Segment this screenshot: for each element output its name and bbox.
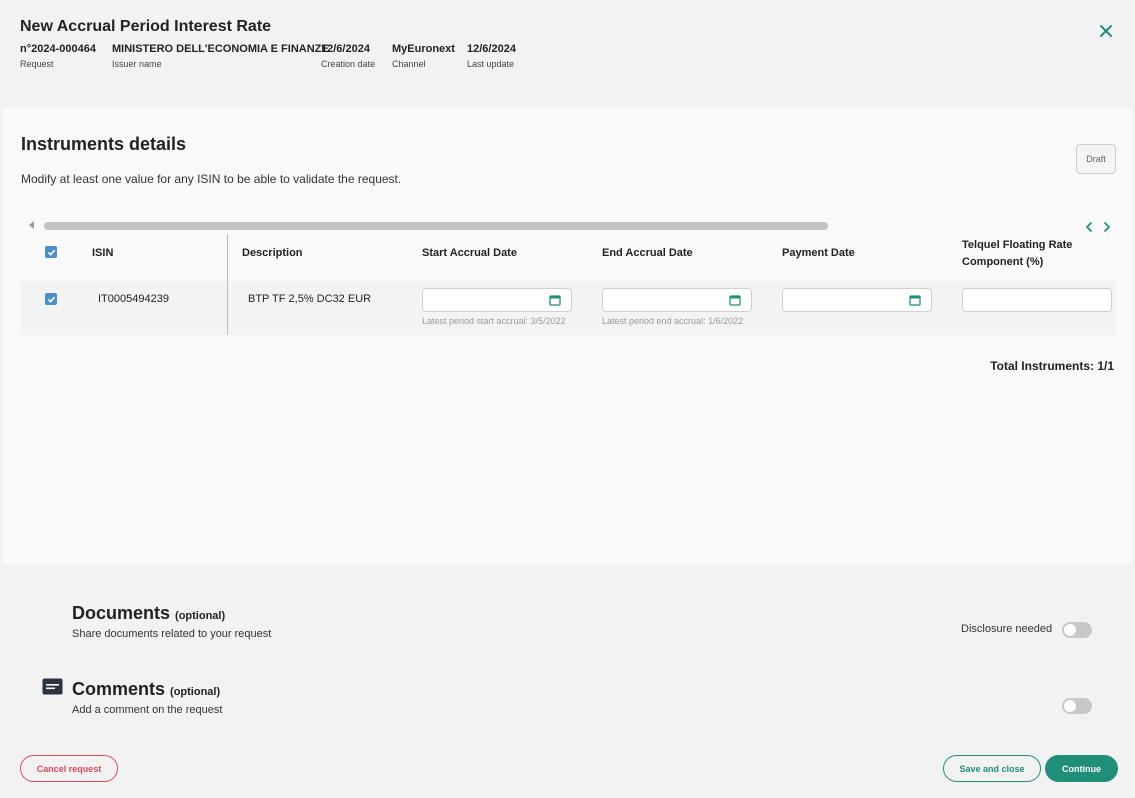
col-start-accrual[interactable]: Start Accrual Date	[422, 247, 517, 259]
comments-toggle[interactable]	[1062, 698, 1092, 714]
row-description: BTP TF 2,5% DC32 EUR	[248, 293, 372, 305]
documents-subtitle: Share documents related to your request	[72, 628, 272, 640]
total-instruments: Total Instruments: 1/1	[990, 359, 1114, 373]
check-icon	[47, 296, 55, 303]
section-title: Instruments details	[21, 134, 187, 154]
scroll-left-arrow-icon[interactable]	[29, 221, 34, 229]
disclosure-label: Disclosure needed	[961, 623, 1053, 635]
calendar-icon[interactable]	[549, 294, 561, 306]
col-isin[interactable]: ISIN	[92, 247, 113, 259]
instruments-table: ISIN Description Start Accrual Date End …	[21, 233, 1116, 335]
cancel-request-button[interactable]: Cancel request	[20, 755, 118, 782]
calendar-icon[interactable]	[729, 294, 741, 306]
telquel-rate-input[interactable]	[962, 288, 1112, 312]
request-header: New Accrual Period Interest Rate n°2024-…	[0, 0, 1135, 108]
col-telquel-line2: Component (%)	[962, 256, 1044, 268]
end-accrual-hint: Latest period end accrual: 1/6/2022	[602, 316, 744, 326]
comments-optional: (optional)	[170, 686, 221, 698]
toggle-knob	[1064, 700, 1076, 712]
creation-label: Creation date	[321, 59, 376, 69]
end-accrual-date-input[interactable]	[602, 288, 752, 312]
continue-button[interactable]: Continue	[1045, 755, 1118, 782]
col-payment-date[interactable]: Payment Date	[782, 247, 855, 259]
issuer-label: Issuer name	[112, 59, 162, 69]
documents-optional: (optional)	[175, 610, 226, 622]
channel-label: Channel	[392, 59, 426, 69]
comments-subtitle: Add a comment on the request	[72, 704, 223, 716]
col-telquel-line1: Telquel Floating Rate	[962, 239, 1073, 251]
select-all-checkbox[interactable]	[45, 246, 57, 258]
documents-title: Documents	[72, 603, 171, 623]
meta-channel: MyEuronext Channel	[392, 43, 455, 69]
last-update-date: 12/6/2024	[467, 43, 516, 55]
save-and-close-button[interactable]: Save and close	[943, 755, 1041, 782]
channel-value: MyEuronext	[392, 43, 455, 55]
toggle-knob	[1064, 624, 1076, 636]
meta-request: n°2024-000464 Request	[20, 43, 96, 69]
start-accrual-hint: Latest period start accrual: 3/5/2022	[422, 316, 566, 326]
status-badge: Draft	[1076, 144, 1116, 174]
section-subtitle: Modify at least one value for any ISIN t…	[21, 172, 402, 186]
col-end-accrual[interactable]: End Accrual Date	[602, 247, 693, 259]
last-update-label: Last update	[467, 59, 515, 69]
payment-date-input[interactable]	[782, 288, 932, 312]
comments-title: Comments	[72, 679, 166, 699]
frozen-column-divider	[227, 234, 228, 335]
close-icon[interactable]	[1096, 21, 1116, 41]
request-number: n°2024-000464	[20, 43, 96, 55]
meta-issuer: MINISTERO DELL'ECONOMIA E FINANZE Issuer…	[112, 43, 329, 69]
start-accrual-date-input[interactable]	[422, 288, 572, 312]
row-checkbox[interactable]	[45, 293, 57, 305]
calendar-icon[interactable]	[909, 294, 921, 306]
chevron-left-icon[interactable]	[1083, 221, 1095, 233]
instruments-panel: Instruments details Modify at least one …	[3, 108, 1132, 564]
meta-creation: 12/6/2024 Creation date	[321, 43, 375, 69]
table-row: IT0005494239 BTP TF 2,5% DC32 EUR Latest…	[21, 281, 1116, 335]
horizontal-scrollbar[interactable]	[44, 222, 828, 230]
page-title: New Accrual Period Interest Rate	[20, 18, 272, 35]
chevron-right-icon[interactable]	[1101, 221, 1113, 233]
table-header: ISIN Description Start Accrual Date End …	[21, 233, 1116, 281]
creation-date: 12/6/2024	[321, 43, 370, 55]
col-description[interactable]: Description	[242, 247, 303, 259]
documents-heading: Documents (optional)	[72, 603, 225, 624]
disclosure-toggle[interactable]	[1062, 622, 1092, 638]
request-label: Request	[20, 59, 54, 69]
meta-last-update: 12/6/2024 Last update	[467, 43, 516, 69]
issuer-name: MINISTERO DELL'ECONOMIA E FINANZE	[112, 43, 329, 55]
comment-icon	[42, 678, 63, 695]
check-icon	[47, 249, 55, 256]
row-isin: IT0005494239	[98, 293, 169, 305]
bottom-section: Documents (optional) Share documents rel…	[0, 564, 1135, 798]
col-telquel[interactable]: Telquel Floating Rate Component (%)	[962, 239, 1072, 268]
comments-heading: Comments (optional)	[72, 679, 220, 700]
